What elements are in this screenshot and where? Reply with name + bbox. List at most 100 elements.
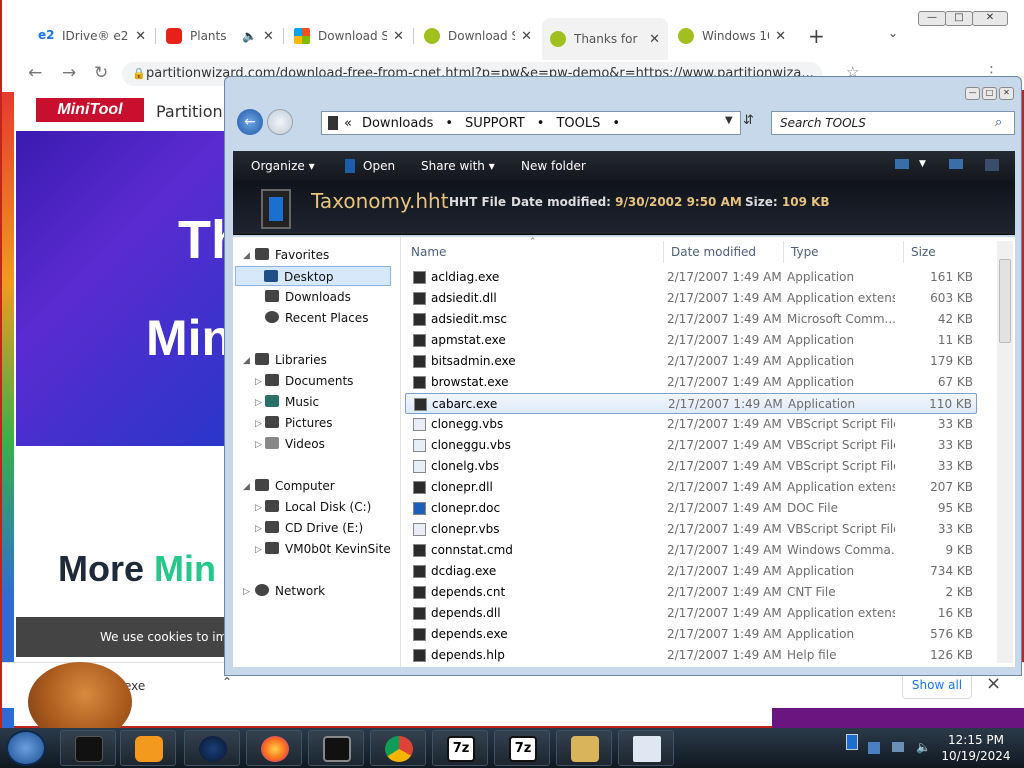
close-window-button[interactable]: ✕ bbox=[999, 87, 1014, 100]
close-tab-icon[interactable]: ✕ bbox=[521, 29, 532, 44]
breadcrumb[interactable]: « Downloads • SUPPORT • TOOLS • bbox=[321, 111, 741, 135]
nav-favorites[interactable]: Favorites bbox=[255, 245, 329, 265]
new-folder-button[interactable]: New folder bbox=[521, 159, 586, 173]
close-tab-icon[interactable]: ✕ bbox=[393, 29, 404, 44]
tab-download-1[interactable]: Download S ✕ bbox=[286, 20, 412, 52]
nav-network[interactable]: Network bbox=[255, 581, 325, 601]
speaker-icon[interactable]: 🔈 bbox=[916, 740, 931, 754]
view-icon[interactable] bbox=[895, 159, 909, 169]
share-with-button[interactable]: Share with ▾ bbox=[421, 159, 495, 173]
scroll-thumb[interactable] bbox=[999, 259, 1011, 343]
breadcrumb-downloads[interactable]: Downloads bbox=[362, 116, 433, 131]
close-download-bar-button[interactable]: × bbox=[986, 673, 1001, 694]
file-row[interactable]: apmstat.exe 2/17/2007 1:49 AM Application 1… bbox=[405, 330, 977, 351]
file-row[interactable]: browstat.exe 2/17/2007 1:49 AM Application… bbox=[405, 372, 977, 393]
minimize-button[interactable]: — bbox=[965, 87, 980, 100]
file-row[interactable]: clonepr.doc 2/17/2007 1:49 AM DOC File 95 K… bbox=[405, 498, 977, 519]
file-row[interactable]: adsiedit.dll 2/17/2007 1:49 AM Application… bbox=[405, 288, 977, 309]
back-arrow-icon[interactable]: ← bbox=[28, 63, 42, 83]
file-row[interactable]: depends.cnt 2/17/2007 1:49 AM CNT File 2 KB bbox=[405, 582, 977, 603]
taskbar-document[interactable] bbox=[618, 730, 674, 766]
file-row[interactable]: depends.dll 2/17/2007 1:49 AM Application … bbox=[405, 603, 977, 624]
tab-windows10[interactable]: Windows 10 ✕ bbox=[670, 20, 794, 52]
file-row[interactable]: connstat.cmd 2/17/2007 1:49 AM Windows Com… bbox=[405, 540, 977, 561]
forward-arrow-icon[interactable] bbox=[267, 109, 293, 135]
close-tab-icon[interactable]: ✕ bbox=[135, 29, 146, 44]
column-header-size[interactable]: Size bbox=[911, 245, 936, 259]
nav-vm-share[interactable]: VM0b0t KevinSite bbox=[265, 539, 391, 559]
back-arrow-icon[interactable]: ← bbox=[237, 109, 263, 135]
open-button[interactable]: Open bbox=[363, 159, 395, 173]
maximize-button[interactable]: □ bbox=[945, 11, 973, 26]
column-header-date[interactable]: Date modified bbox=[671, 245, 756, 259]
file-row[interactable]: depends.hlp 2/17/2007 1:49 AM Help file 126… bbox=[405, 645, 977, 666]
file-row[interactable]: cabarc.exe 2/17/2007 1:49 AM Application 11… bbox=[405, 393, 977, 414]
reload-icon[interactable]: ↻ bbox=[94, 63, 108, 83]
start-button[interactable] bbox=[6, 730, 46, 766]
breadcrumb-tools[interactable]: TOOLS bbox=[556, 116, 600, 131]
file-row[interactable]: clonepr.vbs 2/17/2007 1:49 AM VBScript Scr… bbox=[405, 519, 977, 540]
file-row[interactable]: depends.exe 2/17/2007 1:49 AM Application 5… bbox=[405, 624, 977, 645]
refresh-icon[interactable]: ⇵ bbox=[743, 113, 754, 128]
file-row[interactable]: clonepr.dll 2/17/2007 1:49 AM Application … bbox=[405, 477, 977, 498]
file-row[interactable]: dcdiag.exe 2/17/2007 1:49 AM Application 73… bbox=[405, 561, 977, 582]
breadcrumb-support[interactable]: SUPPORT bbox=[465, 116, 525, 131]
tab-idrive[interactable]: e2 IDrive® e2 ✕ bbox=[30, 20, 154, 52]
nav-desktop[interactable]: Desktop bbox=[235, 266, 391, 286]
search-input[interactable]: Search TOOLS bbox=[771, 111, 1015, 135]
minitool-logo[interactable]: MiniTool bbox=[36, 98, 144, 122]
column-header-name[interactable]: Name bbox=[411, 245, 446, 259]
tray-monitor-icon[interactable] bbox=[892, 742, 904, 752]
search-icon[interactable]: ⌕ bbox=[995, 115, 1002, 130]
taskbar-app[interactable] bbox=[184, 730, 240, 766]
new-tab-button[interactable]: + bbox=[808, 24, 825, 48]
maximize-button[interactable]: □ bbox=[982, 87, 997, 100]
speaker-icon[interactable]: 🔈 bbox=[242, 29, 257, 43]
clock[interactable]: 12:15 PM 10/19/2024 bbox=[936, 732, 1016, 764]
nav-downloads[interactable]: Downloads bbox=[265, 287, 351, 307]
close-tab-icon[interactable]: ✕ bbox=[263, 29, 274, 44]
nav-recent-places[interactable]: Recent Places bbox=[265, 308, 368, 328]
nav-pictures[interactable]: Pictures bbox=[265, 413, 333, 433]
help-icon[interactable] bbox=[985, 159, 999, 171]
tab-download-2[interactable]: Download S ✕ bbox=[416, 20, 540, 52]
chevron-down-icon[interactable]: ▼ bbox=[725, 115, 733, 126]
nav-cd-drive[interactable]: CD Drive (E:) bbox=[265, 518, 363, 538]
file-row[interactable]: clonegg.vbs 2/17/2007 1:49 AM VBScript Scr… bbox=[405, 414, 977, 435]
taskbar-firefox[interactable] bbox=[246, 730, 302, 766]
forward-arrow-icon[interactable]: → bbox=[62, 63, 76, 83]
nav-videos[interactable]: Videos bbox=[265, 434, 325, 454]
taskbar-media-player[interactable] bbox=[120, 730, 176, 766]
vertical-scrollbar[interactable] bbox=[997, 241, 1013, 663]
chevron-up-icon[interactable]: ⌃ bbox=[222, 675, 232, 689]
file-row[interactable]: adsiedit.msc 2/17/2007 1:49 AM Microsoft C… bbox=[405, 309, 977, 330]
tray-network-icon[interactable] bbox=[868, 742, 880, 754]
tab-plants[interactable]: Plants 🔈 ✕ bbox=[158, 20, 282, 52]
close-tab-icon[interactable]: ✕ bbox=[775, 29, 786, 44]
file-row[interactable]: acldiag.exe 2/17/2007 1:49 AM Application 1… bbox=[405, 267, 977, 288]
nav-local-disk[interactable]: Local Disk (C:) bbox=[265, 497, 371, 517]
organize-button[interactable]: Organize ▾ bbox=[251, 159, 315, 173]
nav-documents[interactable]: Documents bbox=[265, 371, 353, 391]
chevron-down-icon[interactable]: ⌄ bbox=[888, 26, 898, 40]
minimize-button[interactable]: — bbox=[918, 11, 946, 26]
taskbar-explorer[interactable] bbox=[308, 730, 364, 766]
taskbar-cmd[interactable] bbox=[60, 730, 116, 766]
nav-libraries[interactable]: Libraries bbox=[255, 350, 327, 370]
nav-computer[interactable]: Computer bbox=[255, 476, 335, 496]
tab-thanks[interactable]: Thanks for ✕ bbox=[542, 18, 668, 60]
taskbar-control-panel[interactable] bbox=[556, 730, 612, 766]
column-header-type[interactable]: Type bbox=[791, 245, 819, 259]
file-row[interactable]: cloneggu.vbs 2/17/2007 1:49 AM VBScript Sc… bbox=[405, 435, 977, 456]
tray-app-icon[interactable] bbox=[846, 734, 858, 750]
close-tab-icon[interactable]: ✕ bbox=[649, 32, 660, 47]
file-row[interactable]: clonelg.vbs 2/17/2007 1:49 AM VBScript Scr… bbox=[405, 456, 977, 477]
file-row[interactable]: bitsadmin.exe 2/17/2007 1:49 AM Applicatio… bbox=[405, 351, 977, 372]
close-window-button[interactable]: ✕ bbox=[972, 11, 1008, 26]
preview-pane-icon[interactable] bbox=[949, 159, 963, 169]
taskbar-7zip-2[interactable]: 7z bbox=[494, 730, 550, 766]
taskbar-chrome[interactable] bbox=[370, 730, 426, 766]
taskbar-7zip-1[interactable]: 7z bbox=[432, 730, 488, 766]
nav-music[interactable]: Music bbox=[265, 392, 319, 412]
chevron-down-icon[interactable]: ▼ bbox=[919, 159, 926, 169]
